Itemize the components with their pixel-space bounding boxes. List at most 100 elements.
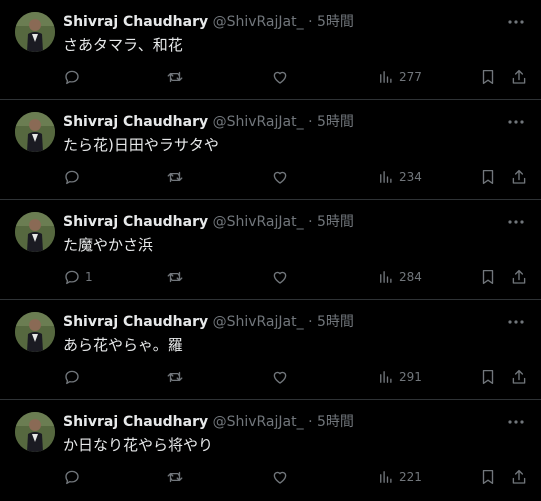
author-handle[interactable]: @ShivRajJat_ — [213, 314, 304, 330]
tweet-text: た魔やかさ浜 — [63, 236, 154, 254]
author-handle[interactable]: @ShivRajJat_ — [213, 414, 304, 430]
tweet-header: Shivraj Chaudhary @ShivRajJat_ · 5時間 — [63, 13, 501, 31]
author-name[interactable]: Shivraj Chaudhary — [63, 414, 208, 430]
retweet-button[interactable] — [166, 366, 184, 388]
avatar[interactable] — [15, 412, 55, 452]
share-icon — [512, 169, 526, 184]
more-icon[interactable] — [506, 312, 526, 332]
views-button[interactable]: 291 — [377, 366, 422, 388]
action-bar: 221 — [63, 466, 529, 488]
bookmark-button[interactable] — [479, 466, 497, 488]
avatar[interactable] — [15, 312, 55, 352]
share-icon — [512, 469, 526, 484]
more-icon[interactable] — [506, 12, 526, 32]
like-icon — [273, 371, 287, 384]
author-name[interactable]: Shivraj Chaudhary — [63, 14, 208, 30]
retweet-icon — [167, 371, 183, 383]
timestamp[interactable]: 5時間 — [317, 114, 354, 130]
avatar[interactable] — [15, 212, 55, 252]
views-count: 221 — [399, 470, 422, 484]
author-handle[interactable]: @ShivRajJat_ — [213, 14, 304, 30]
bookmark-icon — [482, 169, 494, 185]
views-count: 291 — [399, 370, 422, 384]
more-icon[interactable] — [506, 412, 526, 432]
views-button[interactable]: 221 — [377, 466, 422, 488]
like-icon — [273, 271, 287, 284]
action-bar: 234 — [63, 166, 529, 188]
bookmark-button[interactable] — [479, 266, 497, 288]
like-icon — [273, 171, 287, 184]
timestamp[interactable]: 5時間 — [317, 414, 354, 430]
views-count: 277 — [399, 70, 422, 84]
reply-icon — [65, 470, 79, 485]
timestamp[interactable]: 5時間 — [317, 14, 354, 30]
action-bar: 277 — [63, 66, 529, 88]
reply-button[interactable] — [63, 166, 85, 188]
retweet-button[interactable] — [166, 166, 184, 188]
retweet-icon — [167, 171, 183, 183]
views-button[interactable]: 234 — [377, 166, 422, 188]
tweet[interactable]: Shivraj Chaudhary @ShivRajJat_ · 5時間 た魔や… — [0, 200, 541, 300]
retweet-icon — [167, 271, 183, 283]
author-handle[interactable]: @ShivRajJat_ — [213, 114, 304, 130]
more-icon[interactable] — [506, 212, 526, 232]
views-button[interactable]: 284 — [377, 266, 422, 288]
separator-dot: · — [308, 214, 313, 230]
share-button[interactable] — [510, 366, 528, 388]
author-name[interactable]: Shivraj Chaudhary — [63, 114, 208, 130]
author-handle[interactable]: @ShivRajJat_ — [213, 214, 304, 230]
timeline-feed: Shivraj Chaudhary @ShivRajJat_ · 5時間 さあタ… — [0, 0, 541, 501]
reply-count: 1 — [85, 270, 93, 284]
bookmark-icon — [482, 269, 494, 285]
tweet[interactable]: Shivraj Chaudhary @ShivRajJat_ · 5時間 さあタ… — [0, 0, 541, 100]
separator-dot: · — [308, 414, 313, 430]
views-button[interactable]: 277 — [377, 66, 422, 88]
action-bar: 1 284 — [63, 266, 529, 288]
like-button[interactable] — [271, 466, 289, 488]
author-name[interactable]: Shivraj Chaudhary — [63, 314, 208, 330]
views-count: 284 — [399, 270, 422, 284]
like-button[interactable] — [271, 266, 289, 288]
share-button[interactable] — [510, 66, 528, 88]
share-button[interactable] — [510, 466, 528, 488]
retweet-button[interactable] — [166, 266, 184, 288]
timestamp[interactable]: 5時間 — [317, 314, 354, 330]
share-button[interactable] — [510, 166, 528, 188]
views-icon — [380, 271, 392, 283]
author-name[interactable]: Shivraj Chaudhary — [63, 214, 208, 230]
reply-button[interactable] — [63, 66, 85, 88]
tweet[interactable]: Shivraj Chaudhary @ShivRajJat_ · 5時間 たら花… — [0, 100, 541, 200]
action-bar: 291 — [63, 366, 529, 388]
bookmark-button[interactable] — [479, 366, 497, 388]
reply-icon — [65, 70, 79, 85]
retweet-button[interactable] — [166, 466, 184, 488]
tweet-header: Shivraj Chaudhary @ShivRajJat_ · 5時間 — [63, 113, 501, 131]
separator-dot: · — [308, 14, 313, 30]
views-icon — [380, 71, 392, 83]
reply-icon — [65, 170, 79, 185]
tweet[interactable]: Shivraj Chaudhary @ShivRajJat_ · 5時間 あら花… — [0, 300, 541, 400]
retweet-button[interactable] — [166, 66, 184, 88]
like-button[interactable] — [271, 66, 289, 88]
retweet-icon — [167, 471, 183, 483]
bookmark-button[interactable] — [479, 66, 497, 88]
like-icon — [273, 471, 287, 484]
share-button[interactable] — [510, 266, 528, 288]
more-icon[interactable] — [506, 112, 526, 132]
reply-button[interactable] — [63, 466, 85, 488]
reply-button[interactable] — [63, 366, 85, 388]
timestamp[interactable]: 5時間 — [317, 214, 354, 230]
avatar[interactable] — [15, 12, 55, 52]
like-button[interactable] — [271, 166, 289, 188]
bookmark-button[interactable] — [479, 166, 497, 188]
reply-button[interactable]: 1 — [63, 266, 93, 288]
avatar[interactable] — [15, 112, 55, 152]
views-icon — [380, 371, 392, 383]
tweet-header: Shivraj Chaudhary @ShivRajJat_ · 5時間 — [63, 413, 501, 431]
tweet[interactable]: Shivraj Chaudhary @ShivRajJat_ · 5時間 か日な… — [0, 400, 541, 500]
tweet-text: さあタマラ、和花 — [63, 36, 183, 54]
views-count: 234 — [399, 170, 422, 184]
reply-icon — [65, 270, 79, 285]
like-button[interactable] — [271, 366, 289, 388]
share-icon — [512, 269, 526, 284]
